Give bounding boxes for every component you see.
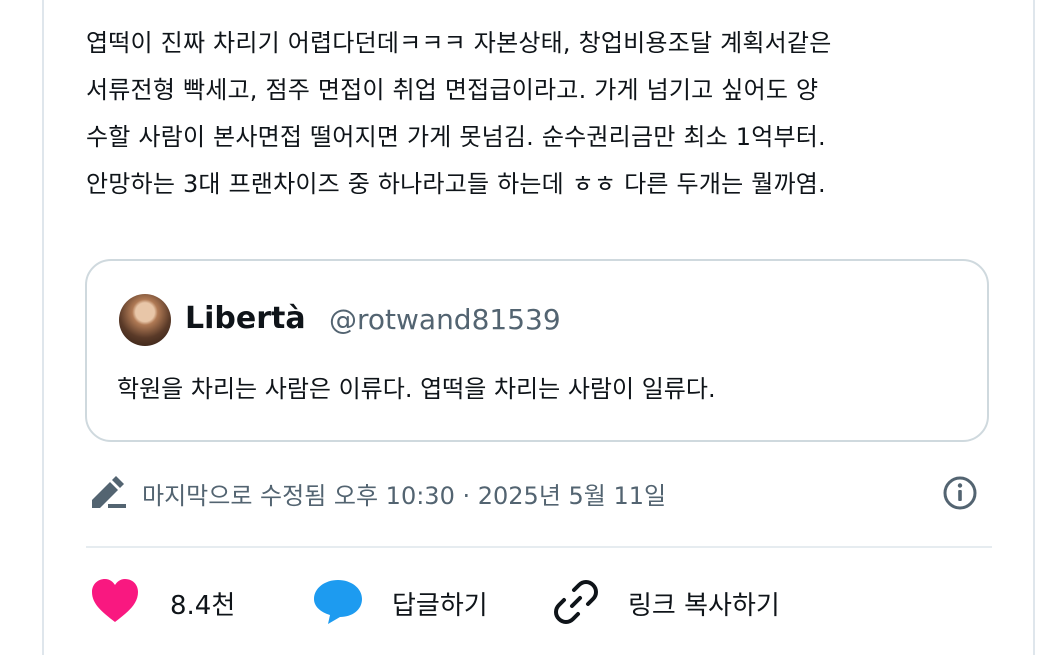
frame-right-border [1033,0,1035,655]
post-line: 안망하는 3대 프랜차이즈 중 하나라고들 하는데 ㅎㅎ 다른 두개는 뭘까염. [86,170,826,198]
edited-timestamp: 마지막으로 수정됨 오후 10:30 · 2025년 5월 11일 [142,482,667,510]
divider [86,546,992,548]
post-text: 엽떡이 진짜 차리기 어렵다던데ㅋㅋㅋ 자본상태, 창업비용조달 계획서같은 서… [86,20,986,208]
post-meta: 마지막으로 수정됨 오후 10:30 · 2025년 5월 11일 [88,472,988,512]
quoted-post-text: 학원을 차리는 사람은 이류다. 엽떡을 차리는 사람이 일류다. [117,375,716,403]
link-icon[interactable] [552,578,600,626]
post-line: 서류전형 빡세고, 점주 면접이 취업 면접급이라고. 가게 넘기고 싶어도 양 [86,76,819,104]
reply-label: 답글하기 [392,591,488,621]
pencil-icon [92,476,126,508]
speech-bubble-icon[interactable] [312,578,364,626]
quoted-post[interactable]: Libertà @rotwand81539 학원을 차리는 사람은 이류다. 엽… [85,259,989,442]
like-count: 8.4천 [170,591,236,621]
like-button[interactable]: 8.4천 [86,572,286,632]
reply-button[interactable]: 답글하기 [310,572,530,632]
post-line: 엽떡이 진짜 차리기 어렵다던데ㅋㅋㅋ 자본상태, 창업비용조달 계획서같은 [86,29,832,57]
post-line: 수할 사람이 본사면접 떨어지면 가게 못넘김. 순수권리금만 최소 1억부터. [86,123,826,151]
copy-link-label: 링크 복사하기 [628,591,780,621]
frame-left-border [42,0,44,655]
heart-icon[interactable] [90,578,140,624]
avatar[interactable] [119,294,171,346]
quoted-author-name[interactable]: Libertà [185,301,306,336]
copy-link-button[interactable]: 링크 복사하기 [550,572,810,632]
action-bar: 8.4천 답글하기 링크 복사하기 [86,572,992,632]
quoted-author-handle[interactable]: @rotwand81539 [329,303,561,336]
info-icon[interactable] [942,475,978,511]
